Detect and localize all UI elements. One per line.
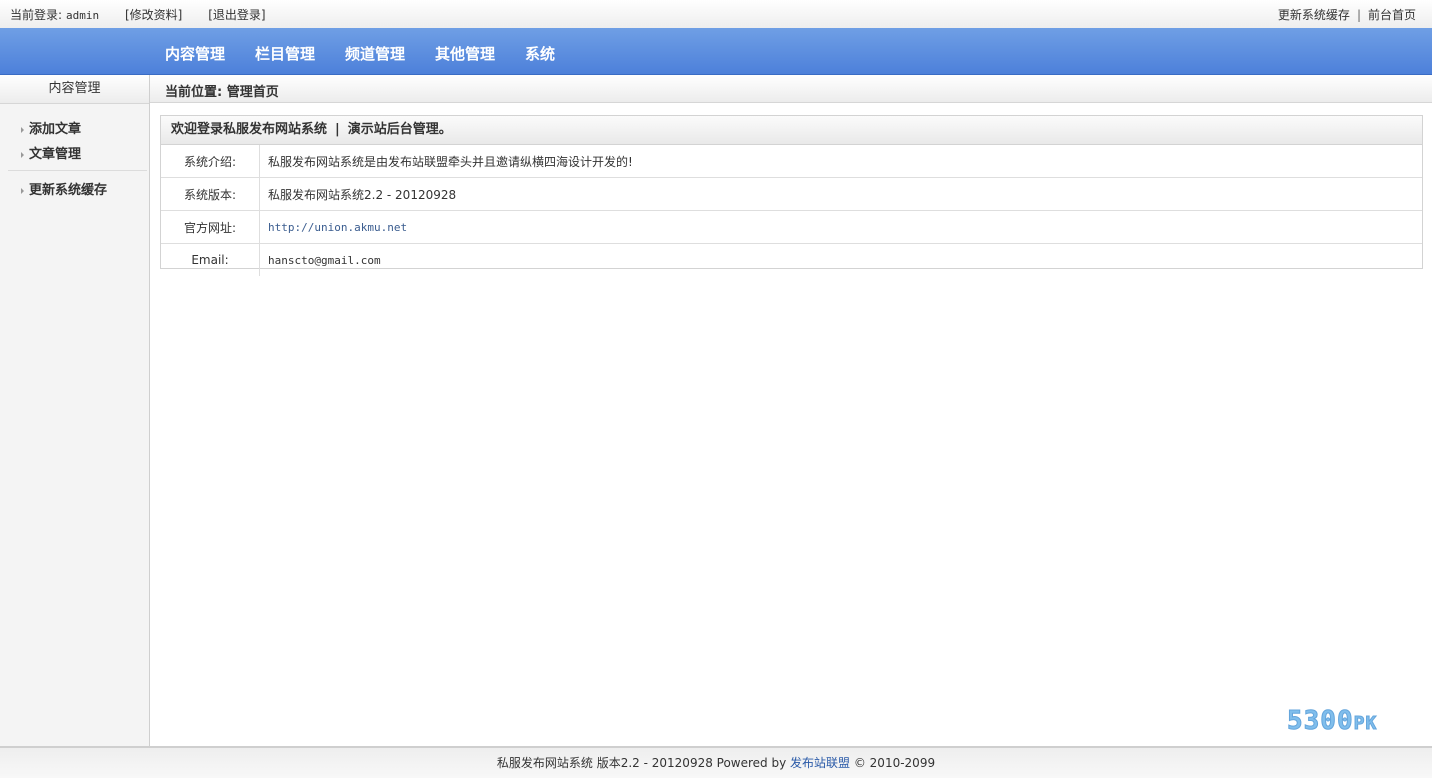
footer-link[interactable]: 发布站联盟 <box>790 756 850 770</box>
login-info: 当前登录: admin [修改资料] [退出登录] <box>10 6 288 23</box>
update-cache-link[interactable]: 更新系统缓存 <box>1278 8 1350 22</box>
official-site-link[interactable]: http://union.akmu.net <box>268 221 407 234</box>
top-right-links: 更新系统缓存 | 前台首页 <box>1278 6 1416 23</box>
breadcrumb-text: 当前位置: 管理首页 <box>165 85 279 100</box>
top-separator: | <box>1356 8 1361 22</box>
sidebar-item-label: 更新系统缓存 <box>29 183 108 198</box>
sidebar-item-update-cache[interactable]: 更新系统缓存 <box>21 179 107 198</box>
sidebar-title: 内容管理 <box>0 75 149 104</box>
arrow-right-icon <box>21 126 24 133</box>
table-row: 系统介绍: 私服发布网站系统是由发布站联盟牵头并且邀请纵横四海设计开发的! <box>161 145 1422 178</box>
nav-content-manage[interactable]: 内容管理 <box>165 43 225 64</box>
watermark-main: 5300 <box>1287 706 1354 737</box>
row-label: 系统版本: <box>161 177 260 211</box>
watermark-logo: 5300PK <box>1287 706 1378 737</box>
row-value: 私服发布网站系统2.2 - 20120928 <box>259 177 1422 211</box>
row-label: 系统介绍: <box>161 145 260 178</box>
arrow-right-icon <box>21 151 24 158</box>
sidebar-item-add-article[interactable]: 添加文章 <box>21 118 81 137</box>
footer: 私服发布网站系统 版本2.2 - 20120928 Powered by 发布站… <box>0 746 1432 778</box>
table-row: Email: hanscto@gmail.com <box>161 243 1422 276</box>
nav-other-manage[interactable]: 其他管理 <box>435 43 495 64</box>
table-row: 系统版本: 私服发布网站系统2.2 - 20120928 <box>161 177 1422 211</box>
nav-column-manage[interactable]: 栏目管理 <box>255 43 315 64</box>
panel-title: 欢迎登录私服发布网站系统 <box>171 122 328 137</box>
sidebar-item-article-manage[interactable]: 文章管理 <box>21 143 81 162</box>
row-label: Email: <box>161 243 260 276</box>
email-value: hanscto@gmail.com <box>268 254 381 267</box>
footer-text: 私服发布网站系统 版本2.2 - 20120928 Powered by <box>496 756 791 770</box>
sidebar: 内容管理 添加文章 文章管理 更新系统缓存 <box>0 75 150 746</box>
panel-header: 欢迎登录私服发布网站系统 | 演示站后台管理。 <box>161 116 1422 145</box>
panel-title-separator: | <box>335 122 340 137</box>
row-value-cell: hanscto@gmail.com <box>259 243 1422 276</box>
arrow-right-icon <box>21 187 24 194</box>
table-row: 官方网址: http://union.akmu.net <box>161 210 1422 244</box>
welcome-panel: 欢迎登录私服发布网站系统 | 演示站后台管理。 系统介绍: 私服发布网站系统是由发布… <box>160 115 1423 276</box>
row-value-cell: http://union.akmu.net <box>259 210 1422 244</box>
front-home-link[interactable]: 前台首页 <box>1368 8 1416 22</box>
sidebar-item-label: 添加文章 <box>29 122 82 137</box>
breadcrumb: 当前位置: 管理首页 <box>150 75 1432 103</box>
top-bar: 当前登录: admin [修改资料] [退出登录] 更新系统缓存 | 前台首页 <box>0 0 1432 29</box>
nav-channel-manage[interactable]: 频道管理 <box>345 43 405 64</box>
nav-system[interactable]: 系统 <box>525 43 555 64</box>
row-value: 私服发布网站系统是由发布站联盟牵头并且邀请纵横四海设计开发的! <box>268 154 633 169</box>
logout-link[interactable]: [退出登录] <box>208 8 265 22</box>
panel-subtitle: 演示站后台管理。 <box>347 122 452 137</box>
sidebar-item-label: 文章管理 <box>29 147 82 162</box>
info-table: 系统介绍: 私服发布网站系统是由发布站联盟牵头并且邀请纵横四海设计开发的! 系统… <box>161 145 1422 276</box>
sidebar-divider <box>8 170 147 171</box>
watermark-small: PK <box>1353 713 1378 735</box>
username: admin <box>66 9 100 22</box>
footer-copyright: © 2010-2099 <box>850 756 936 770</box>
main-nav: 内容管理 栏目管理 频道管理 其他管理 系统 <box>0 28 1432 75</box>
login-label: 当前登录: <box>10 8 63 22</box>
row-label: 官方网址: <box>161 210 260 244</box>
edit-profile-link[interactable]: [修改资料] <box>125 8 182 22</box>
